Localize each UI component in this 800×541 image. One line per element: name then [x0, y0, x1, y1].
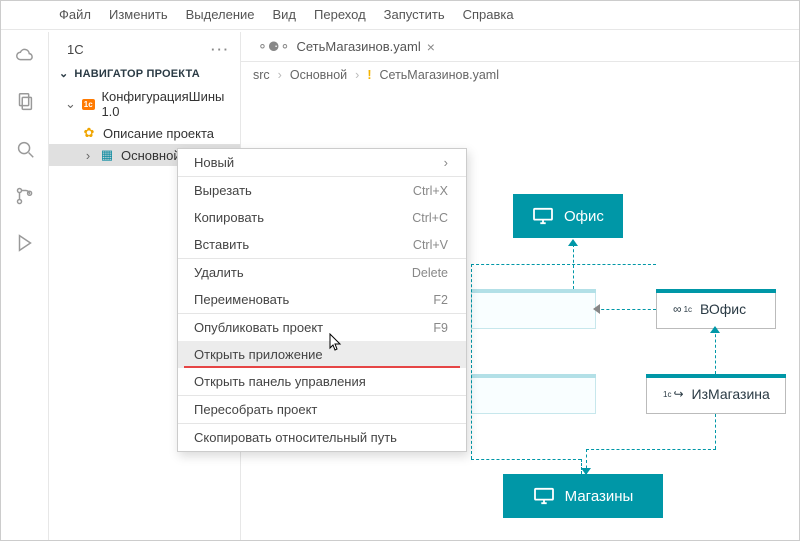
ctx-shortcut: Ctrl+C — [412, 211, 448, 225]
monitor-icon — [532, 207, 554, 225]
crumb-file[interactable]: СетьМагазинов.yaml — [380, 68, 499, 82]
faded-node[interactable] — [471, 289, 596, 329]
tree-root-label: КонфигурацияШины 1.0 — [101, 89, 232, 119]
ctx-publish[interactable]: Опубликовать проект F9 — [178, 314, 466, 341]
ctx-label: Копировать — [194, 210, 264, 225]
crumb-src[interactable]: src — [253, 68, 270, 82]
arrow-down-icon — [581, 468, 591, 475]
chevron-right-icon: › — [444, 155, 448, 170]
tab-label: СетьМагазинов.yaml — [296, 39, 420, 54]
node-label: Магазины — [565, 488, 634, 505]
ctx-label: Открыть панель управления — [194, 374, 366, 389]
tab-yaml[interactable]: ⚬⚈⚬ СетьМагазинов.yaml × — [249, 35, 443, 59]
node-stores[interactable]: Магазины — [503, 474, 663, 518]
debug-icon[interactable] — [14, 232, 36, 257]
menu-help[interactable]: Справка — [463, 7, 514, 22]
1c-icon: 1c — [81, 96, 95, 112]
chevron-right-icon: › — [278, 68, 282, 82]
search-icon[interactable] — [14, 138, 36, 163]
connector — [596, 309, 656, 310]
faded-node[interactable] — [471, 374, 596, 414]
ctx-rebuild[interactable]: Пересобрать проект — [178, 396, 466, 423]
menu-edit[interactable]: Изменить — [109, 7, 168, 22]
monitor-icon — [533, 487, 555, 505]
files-icon[interactable] — [14, 91, 36, 116]
ctx-copy[interactable]: Копировать Ctrl+C — [178, 204, 466, 231]
chevron-right-icon: › — [83, 148, 93, 163]
ctx-new[interactable]: Новый › — [178, 149, 466, 176]
process-icon: ∞1c — [673, 302, 692, 316]
cloud-icon[interactable] — [14, 44, 36, 69]
connector — [471, 264, 656, 265]
ctx-delete[interactable]: Удалить Delete — [178, 259, 466, 286]
menu-view[interactable]: Вид — [273, 7, 297, 22]
breadcrumb: src › Основной › ! СетьМагазинов.yaml — [241, 62, 799, 88]
tab-bar: ⚬⚈⚬ СетьМагазинов.yaml × — [241, 32, 799, 62]
node-from-store[interactable]: 1c↪ ИзМагазина — [646, 374, 786, 414]
connector — [715, 414, 716, 449]
arrow-up-icon — [710, 326, 720, 333]
sidebar-more-icon[interactable]: ··· — [211, 42, 230, 57]
node-label: Офис — [564, 208, 604, 225]
gear-icon: ✿ — [81, 125, 97, 141]
ctx-open-app[interactable]: Открыть приложение — [178, 341, 466, 368]
tree-root[interactable]: ⌄ 1c КонфигурацияШины 1.0 — [49, 86, 240, 122]
sidebar-header: 1С — [67, 42, 84, 57]
ctx-label: Вставить — [194, 237, 249, 252]
chevron-down-icon: ⌄ — [65, 96, 75, 112]
ctx-paste[interactable]: Вставить Ctrl+V — [178, 231, 466, 258]
tree-node-label: Описание проекта — [103, 126, 214, 141]
ctx-shortcut: Ctrl+X — [413, 184, 448, 198]
menu-go[interactable]: Переход — [314, 7, 366, 22]
crumb-main[interactable]: Основной — [290, 68, 347, 82]
node-in-office[interactable]: ∞1c ВОфис — [656, 289, 776, 329]
top-menu: Файл Изменить Выделение Вид Переход Запу… — [1, 1, 799, 30]
chevron-right-icon: › — [355, 68, 359, 82]
tree-node-label: Основной — [121, 148, 181, 163]
arrow-up-icon — [568, 239, 578, 246]
connector — [573, 244, 574, 289]
chevron-down-icon: ⌄ — [59, 67, 68, 80]
node-label: ВОфис — [700, 301, 746, 317]
cursor-icon — [329, 333, 343, 354]
connector — [471, 459, 581, 460]
branch-icon[interactable] — [14, 185, 36, 210]
ctx-shortcut: Delete — [412, 266, 448, 280]
ctx-label: Вырезать — [194, 183, 252, 198]
ctx-copy-path[interactable]: Скопировать относительный путь — [178, 424, 466, 451]
ctx-label: Опубликовать проект — [194, 320, 323, 335]
context-menu: Новый › Вырезать Ctrl+X Копировать Ctrl+… — [177, 148, 467, 452]
ctx-shortcut: F9 — [433, 321, 448, 335]
process-icon: 1c↪ — [663, 387, 684, 401]
grid-icon: ▦ — [99, 147, 115, 163]
project-navigator-title[interactable]: ⌄ НАВИГАТОР ПРОЕКТА — [49, 61, 240, 86]
ctx-shortcut: Ctrl+V — [413, 238, 448, 252]
ctx-label: Открыть приложение — [194, 347, 323, 362]
connector — [715, 329, 716, 374]
ctx-label: Скопировать относительный путь — [194, 430, 397, 445]
close-icon[interactable]: × — [427, 39, 435, 55]
activity-bar — [1, 32, 49, 540]
warning-icon: ! — [367, 68, 371, 82]
arrow-left-icon — [593, 304, 600, 314]
menu-run[interactable]: Запустить — [384, 7, 445, 22]
menu-selection[interactable]: Выделение — [186, 7, 255, 22]
ctx-rename[interactable]: Переименовать F2 — [178, 286, 466, 313]
nav-title-label: НАВИГАТОР ПРОЕКТА — [74, 68, 199, 80]
node-office[interactable]: Офис — [513, 194, 623, 238]
ctx-shortcut: F2 — [433, 293, 448, 307]
ctx-open-panel[interactable]: Открыть панель управления — [178, 368, 466, 395]
connector — [471, 264, 472, 459]
tree-node-description[interactable]: ✿ Описание проекта — [49, 122, 240, 144]
node-label: ИзМагазина — [692, 386, 770, 402]
menu-file[interactable]: Файл — [59, 7, 91, 22]
ctx-label: Удалить — [194, 265, 244, 280]
ctx-label: Новый — [194, 155, 234, 170]
connector — [586, 449, 716, 450]
ctx-cut[interactable]: Вырезать Ctrl+X — [178, 177, 466, 204]
diagram-file-icon: ⚬⚈⚬ — [257, 39, 290, 55]
ctx-label: Пересобрать проект — [194, 402, 317, 417]
ctx-label: Переименовать — [194, 292, 289, 307]
